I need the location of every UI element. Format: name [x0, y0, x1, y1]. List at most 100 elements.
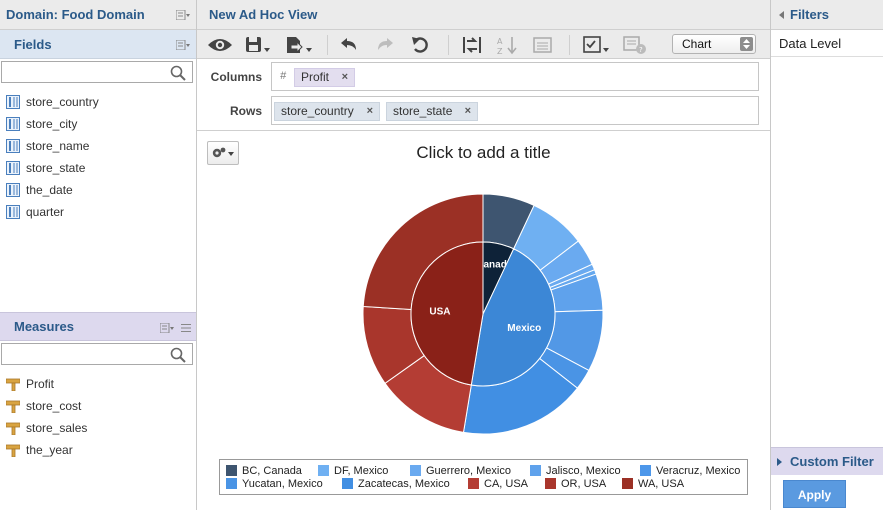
pill-label: store_country — [281, 104, 354, 118]
measures-menu-icon[interactable] — [160, 323, 174, 333]
save-icon[interactable] — [245, 34, 271, 56]
fields-search-box — [1, 61, 193, 83]
measure-item[interactable]: the_year — [5, 439, 87, 461]
fields-search-input[interactable] — [2, 62, 167, 82]
measure-label: store_cost — [26, 399, 82, 413]
legend-swatch — [530, 465, 541, 476]
rows-pill-store-state[interactable]: store_state × — [386, 102, 478, 121]
field-label: the_date — [26, 183, 73, 197]
filters-panel: Filters Data Level Custom Filter Apply — [770, 0, 883, 510]
sql-query-icon[interactable]: ? — [623, 34, 647, 56]
field-label: store_country — [26, 95, 99, 109]
measure-label: store_sales — [26, 421, 88, 435]
measures-header[interactable]: Measures — [0, 312, 196, 341]
collapse-left-icon[interactable] — [779, 10, 784, 19]
export-icon[interactable] — [285, 34, 313, 56]
rows-drop-zone[interactable]: store_country × store_state × — [271, 96, 759, 125]
legend-item[interactable]: Zacatecas, Mexico — [342, 477, 450, 490]
measures-search-box — [1, 343, 193, 365]
field-item[interactable]: store_state — [6, 157, 99, 179]
legend-label: BC, Canada — [242, 464, 302, 477]
measure-item[interactable]: Profit — [5, 373, 87, 395]
legend-item[interactable]: BC, Canada — [226, 464, 302, 477]
rows-label: Rows — [229, 104, 262, 118]
domain-header[interactable]: Domain: Food Domain — [0, 0, 196, 30]
legend-swatch — [545, 478, 556, 489]
sort-icon[interactable]: AZ — [497, 34, 519, 56]
columns-pill-profit[interactable]: Profit × — [294, 68, 355, 87]
panel-menu-icon[interactable] — [176, 10, 190, 20]
field-label: store_name — [26, 139, 90, 153]
field-item[interactable]: store_city — [6, 113, 99, 135]
toolbar-divider — [569, 35, 570, 55]
custom-filter-title: Custom Filter — [790, 454, 874, 469]
legend-item[interactable]: Yucatan, Mexico — [226, 477, 323, 490]
measure-ruler-icon — [5, 443, 21, 458]
switch-axes-icon[interactable] — [461, 34, 483, 56]
legend-item[interactable]: Veracruz, Mexico — [640, 464, 740, 477]
measures-search-input[interactable] — [2, 344, 167, 364]
field-dimension-icon — [6, 95, 20, 109]
filters-title: Filters — [790, 7, 830, 22]
legend-item[interactable]: Jalisco, Mexico — [530, 464, 621, 477]
search-icon[interactable] — [170, 65, 186, 84]
field-item[interactable]: store_name — [6, 135, 99, 157]
measure-item[interactable]: store_cost — [5, 395, 87, 417]
remove-icon[interactable]: × — [367, 103, 373, 120]
fields-menu-icon[interactable] — [176, 40, 190, 50]
columns-label: Columns — [210, 70, 262, 84]
measure-ruler-icon — [5, 421, 21, 436]
apply-button[interactable]: Apply — [783, 480, 846, 508]
field-dimension-icon — [6, 139, 20, 153]
columns-drop-zone[interactable]: # Profit × — [271, 62, 759, 91]
legend-label: Jalisco, Mexico — [546, 464, 621, 477]
custom-filter-header[interactable]: Custom Filter — [771, 447, 883, 475]
filters-header[interactable]: Filters — [771, 0, 883, 30]
preview-eye-icon[interactable] — [207, 34, 233, 56]
field-item[interactable]: the_date — [6, 179, 99, 201]
legend-item[interactable]: OR, USA — [545, 477, 606, 490]
chevron-updown-icon — [740, 37, 753, 51]
legend-swatch — [226, 478, 237, 489]
measures-title: Measures — [14, 319, 74, 334]
legend-item[interactable]: WA, USA — [622, 477, 684, 490]
search-icon[interactable] — [170, 347, 186, 366]
layout-icon[interactable] — [533, 34, 553, 56]
fields-title: Fields — [14, 36, 52, 52]
undo-all-icon[interactable] — [411, 34, 431, 56]
field-item[interactable]: store_country — [6, 91, 99, 113]
toolbar: AZ ? Chart — [197, 30, 770, 59]
legend-item[interactable]: DF, Mexico — [318, 464, 388, 477]
view-header: New Ad Hoc View — [197, 0, 770, 30]
measure-ruler-icon — [5, 377, 21, 392]
rows-pill-store-country[interactable]: store_country × — [274, 102, 380, 121]
redo-icon[interactable] — [375, 34, 395, 56]
remove-icon[interactable]: × — [342, 69, 348, 86]
undo-icon[interactable] — [339, 34, 359, 56]
list-view-icon[interactable] — [181, 322, 191, 336]
domain-title: Domain: Food Domain — [6, 7, 145, 22]
chart-type-select[interactable]: Chart — [672, 34, 756, 54]
remove-icon[interactable]: × — [465, 103, 471, 120]
measure-ruler-icon — [5, 399, 21, 414]
field-label: quarter — [26, 205, 65, 219]
field-item[interactable]: quarter — [6, 201, 99, 223]
svg-text:Z: Z — [497, 47, 503, 55]
svg-text:A: A — [497, 37, 503, 46]
measure-item[interactable]: store_sales — [5, 417, 88, 439]
field-dimension-icon — [6, 117, 20, 131]
legend-label: Veracruz, Mexico — [656, 464, 741, 477]
field-dimension-icon — [6, 183, 20, 197]
options-checklist-icon[interactable] — [583, 34, 611, 56]
legend-label: Guerrero, Mexico — [426, 464, 511, 477]
legend-swatch — [410, 465, 421, 476]
legend-label: WA, USA — [638, 477, 685, 490]
data-level[interactable]: Data Level — [771, 30, 883, 57]
legend-swatch — [226, 465, 237, 476]
field-list: store_country store_city store_name stor… — [6, 91, 99, 223]
legend-swatch — [318, 465, 329, 476]
fields-header[interactable]: Fields — [0, 30, 196, 59]
legend-item[interactable]: CA, USA — [468, 477, 528, 490]
field-label: store_city — [26, 117, 78, 131]
legend-item[interactable]: Guerrero, Mexico — [410, 464, 511, 477]
